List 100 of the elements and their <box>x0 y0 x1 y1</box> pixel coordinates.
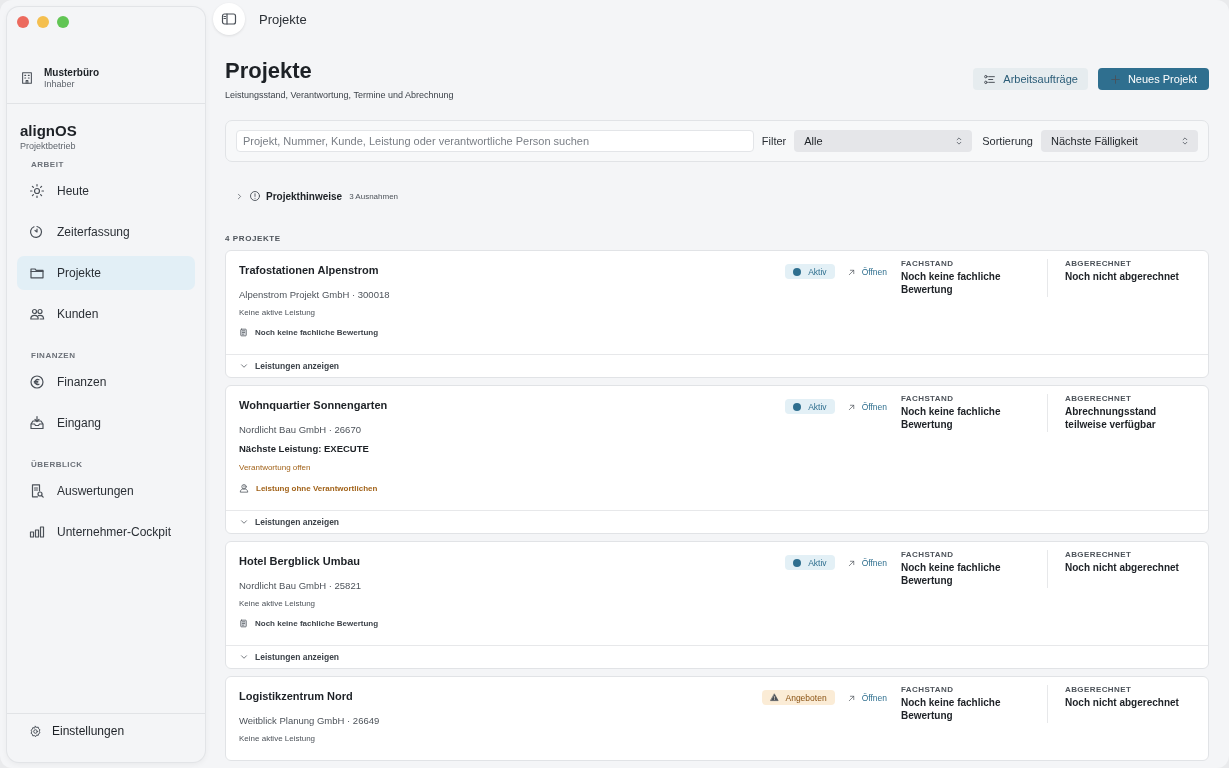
project-info: Verantwortung offen <box>239 463 312 472</box>
sort-dropdown[interactable]: Nächste Fälligkeit <box>1041 130 1198 152</box>
field-label: FACHSTAND <box>901 394 955 403</box>
new-project-button[interactable]: Neues Projekt <box>1097 68 1209 90</box>
sun-icon <box>29 183 45 199</box>
field-value: Noch nicht abgerechnet <box>1065 697 1180 710</box>
info-icon <box>249 190 261 202</box>
open-link[interactable]: Öffnen <box>842 264 891 280</box>
chevron-down-icon <box>239 361 249 371</box>
field-value: Noch keine fachliche Bewertung <box>901 406 1002 432</box>
document-icon <box>239 619 248 628</box>
project-info: Keine aktive Leistung <box>239 734 317 743</box>
sidebar-item[interactable]: Kunden <box>17 297 195 331</box>
project-note: Noch keine fachliche Bewertung <box>255 328 379 337</box>
exception-count: 3 Ausnahmen <box>349 191 399 201</box>
page-subtitle: Leistungsstand, Verantwortung, Termine und Abrechnung <box>225 90 455 100</box>
building-icon <box>20 71 34 85</box>
list-heading: 4 PROJEKTE <box>225 234 282 243</box>
warning-icon <box>769 693 779 702</box>
arrow-up-right-icon <box>846 693 856 703</box>
filter-label: Filter <box>761 135 787 147</box>
window-control[interactable] <box>37 16 49 28</box>
project-info: Nächste Leistung: EXECUTE <box>239 443 370 454</box>
document-icon <box>239 328 248 337</box>
open-link[interactable]: Öffnen <box>842 690 891 706</box>
timer-icon <box>29 224 45 240</box>
field-label: ABGERECHNET <box>1065 685 1133 694</box>
workspace-name: Musterbüro <box>44 67 99 78</box>
show-services-toggle[interactable]: Leistungen anzeigen <box>226 645 1208 668</box>
section-heading: ARBEIT <box>30 160 65 169</box>
chevron-down-icon <box>239 517 249 527</box>
sort-label: Sortierung <box>982 135 1033 147</box>
field-label: ABGERECHNET <box>1065 394 1133 403</box>
sidebar-item[interactable]: Unternehmer-Cockpit <box>17 515 195 549</box>
chevron-down-icon <box>239 652 249 662</box>
folder-icon <box>29 265 45 281</box>
search-field[interactable]: Projekt, Nummer, Kunde, Leistung oder verantwortliche Person suchen <box>236 130 754 152</box>
inbox-icon <box>29 415 45 431</box>
chevron-right-icon <box>235 191 244 201</box>
field-label: FACHSTAND <box>901 685 955 694</box>
project-title: Wohnquartier Sonnengarten <box>239 399 389 411</box>
list-icon <box>983 72 997 86</box>
project-client: Nordlicht Bau GmbH · 25821 <box>239 580 362 591</box>
status-badge: Angeboten <box>761 690 835 705</box>
field-value: Noch keine fachliche Bewertung <box>901 697 1002 723</box>
app-subtitle: Projektbetrieb <box>20 141 77 151</box>
window-control[interactable] <box>57 16 69 28</box>
bar-chart-icon <box>29 524 45 540</box>
person-alert-icon <box>239 483 249 493</box>
app-name: alignOS <box>20 122 78 139</box>
project-title: Trafostationen Alpenstrom <box>239 264 380 276</box>
window-control[interactable] <box>17 16 29 28</box>
section-heading: ÜBERBLICK <box>30 460 84 469</box>
show-services-toggle[interactable]: Leistungen anzeigen <box>226 510 1208 533</box>
sidebar-icon <box>221 11 237 27</box>
field-value: Abrechnungsstand teilweise verfügbar <box>1065 406 1158 432</box>
settings-icon <box>29 724 42 738</box>
project-info: Keine aktive Leistung <box>239 308 317 317</box>
field-value: Noch nicht abgerechnet <box>1065 271 1180 284</box>
toolbar-title: Projekte <box>259 11 307 27</box>
sidebar-item[interactable]: Projekte <box>17 256 195 290</box>
sidebar-item[interactable]: Zeiterfassung <box>17 215 195 249</box>
field-label: FACHSTAND <box>901 259 955 268</box>
project-info: Keine aktive Leistung <box>239 599 317 608</box>
filter-dropdown[interactable]: Alle <box>794 130 973 152</box>
sidebar-toggle-button[interactable] <box>213 3 245 35</box>
sidebar-item[interactable]: Finanzen <box>17 365 195 399</box>
project-client: Nordlicht Bau GmbH · 26670 <box>239 424 362 435</box>
work-orders-button[interactable]: Arbeitsaufträge <box>973 68 1088 90</box>
field-label: ABGERECHNET <box>1065 259 1133 268</box>
page-title: Projekte <box>225 58 313 84</box>
workspace-role: Inhaber <box>44 79 76 89</box>
field-value: Noch keine fachliche Bewertung <box>901 562 1002 588</box>
status-badge: Aktiv <box>785 264 835 279</box>
euro-icon <box>29 374 45 390</box>
open-link[interactable]: Öffnen <box>842 399 891 415</box>
project-client: Weitblick Planung GmbH · 26649 <box>239 715 381 726</box>
plus-icon <box>1109 73 1121 85</box>
field-value: Noch keine fachliche Bewertung <box>901 271 1002 297</box>
arrow-up-right-icon <box>846 267 856 277</box>
notices-toggle[interactable]: Projekthinweise <box>266 190 343 202</box>
section-heading: FINANZEN <box>30 351 77 360</box>
status-badge: Aktiv <box>785 399 835 414</box>
settings-item[interactable]: Einstellungen <box>7 713 205 762</box>
project-client: Alpenstrom Projekt GmbH · 300018 <box>239 289 391 300</box>
open-link[interactable]: Öffnen <box>842 555 891 571</box>
people-icon <box>29 306 45 322</box>
sidebar-item[interactable]: Heute <box>17 174 195 208</box>
project-title: Logistikzentrum Nord <box>239 690 354 702</box>
arrow-up-right-icon <box>846 558 856 568</box>
project-title: Hotel Bergblick Umbau <box>239 555 362 567</box>
status-badge: Aktiv <box>785 555 835 570</box>
report-icon <box>29 483 45 499</box>
field-label: ABGERECHNET <box>1065 550 1133 559</box>
field-value: Noch nicht abgerechnet <box>1065 562 1180 575</box>
sidebar-item[interactable]: Eingang <box>17 406 195 440</box>
show-services-toggle[interactable]: Leistungen anzeigen <box>226 354 1208 377</box>
sidebar-item[interactable]: Auswertungen <box>17 474 195 508</box>
arrow-up-right-icon <box>846 402 856 412</box>
project-note: Leistung ohne Verantwortlichen <box>256 483 378 493</box>
